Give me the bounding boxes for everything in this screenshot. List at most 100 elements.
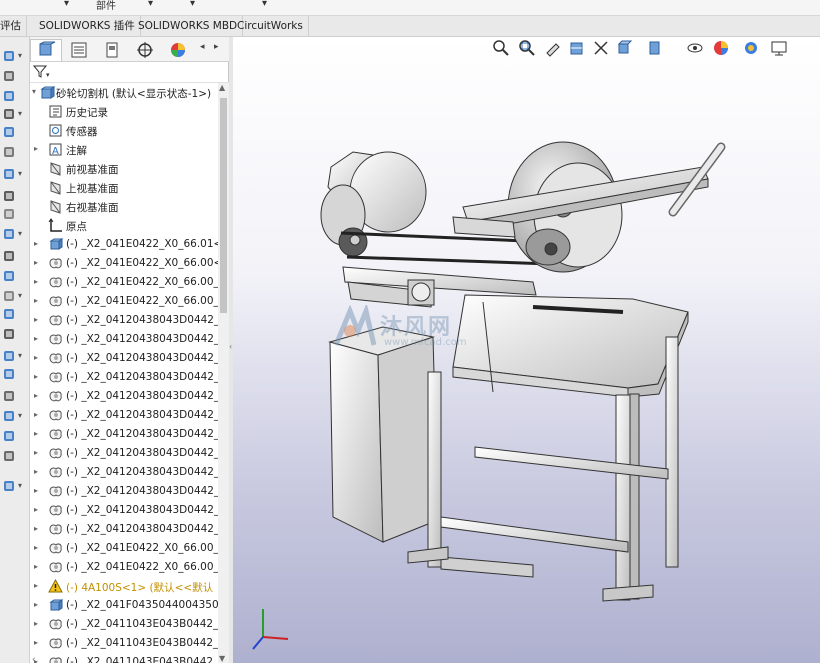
tab-dimxpertmanager[interactable]	[129, 39, 161, 61]
tool-icon[interactable]	[2, 207, 16, 221]
tab-configurationmanager[interactable]	[96, 39, 128, 61]
splitter-handle-icon[interactable]: ‹	[229, 342, 232, 351]
tree-scrollbar[interactable]: ▲ ▼	[218, 83, 229, 663]
tool-icon[interactable]	[2, 107, 16, 121]
chevron-down-icon[interactable]: ▾	[18, 411, 22, 420]
scroll-thumb[interactable]	[220, 98, 227, 313]
expand-arrow-icon[interactable]: ▸	[34, 505, 38, 514]
tree-item[interactable]: ▸ (-) _X2_041E0422_X0_66.00_2<	[30, 292, 218, 311]
scroll-down-icon[interactable]: ▼	[219, 654, 225, 663]
hscroll-left-icon[interactable]: ‹	[32, 655, 36, 663]
tab-displaymanager[interactable]	[162, 39, 194, 61]
tool-icon[interactable]	[2, 479, 16, 493]
tab-circuitworks[interactable]: CircuitWorks	[232, 16, 309, 37]
tree-item[interactable]: ▸ (-) _X2_04120438043D0442_X0	[30, 463, 218, 482]
tab-solidworks-mbd[interactable]: SOLIDWORKS MBD	[133, 16, 244, 37]
tree-item[interactable]: 前视基准面	[30, 159, 218, 178]
tab-scroll-right-icon[interactable]: ▸	[214, 42, 219, 52]
tool-icon[interactable]	[2, 327, 16, 341]
scroll-up-icon[interactable]: ▲	[219, 83, 225, 92]
tool-icon[interactable]	[2, 307, 16, 321]
machine-model[interactable]	[233, 37, 820, 663]
tree-item[interactable]: ▸ (-) _X2_04120438043D0442_X0	[30, 520, 218, 539]
expand-arrow-icon[interactable]: ▸	[34, 562, 38, 571]
expand-arrow-icon[interactable]: ▸	[34, 600, 38, 609]
graphics-viewport[interactable]: 沐风网 www.mfcad.com	[233, 37, 820, 663]
tool-icon[interactable]	[2, 145, 16, 159]
tab-featuremanager[interactable]	[30, 39, 62, 61]
tool-icon[interactable]	[2, 269, 16, 283]
expand-arrow-icon[interactable]: ▸	[34, 391, 38, 400]
tool-icon[interactable]	[2, 189, 16, 203]
expand-arrow-icon[interactable]: ▸	[34, 638, 38, 647]
tree-item[interactable]: ▸ (-) _X2_04120438043D0442_X0	[30, 406, 218, 425]
tree-root[interactable]: ▾ 砂轮切割机 (默认<显示状态-1>)	[30, 83, 218, 102]
tree-item[interactable]: ▸ (-) _X2_04120438043D0442_X0	[30, 387, 218, 406]
tree-item[interactable]: ▸ (-) _X2_041E0422_X0_66.00_2<	[30, 273, 218, 292]
tree-item[interactable]: ▸ (-) _X2_04120438043D0442_X0	[30, 311, 218, 330]
expand-arrow-icon[interactable]: ▸	[34, 581, 38, 590]
tree-item[interactable]: ▸ (-) _X2_04120438043D0442_X0	[30, 444, 218, 463]
tool-icon[interactable]	[2, 227, 16, 241]
expand-arrow-icon[interactable]: ▸	[34, 258, 38, 267]
tree-item[interactable]: ▸ (-) _X2_04120438043D0442_X0	[30, 482, 218, 501]
tab-propertymanager[interactable]	[63, 39, 95, 61]
chevron-down-icon[interactable]: ▾	[18, 291, 22, 300]
chevron-down-icon[interactable]: ▾	[18, 169, 22, 178]
expand-arrow-icon[interactable]: ▸	[34, 467, 38, 476]
tree-item[interactable]: 传感器	[30, 121, 218, 140]
tree-item[interactable]: 上视基准面	[30, 178, 218, 197]
expand-arrow-icon[interactable]: ▸	[34, 334, 38, 343]
expand-arrow-icon[interactable]: ▸	[34, 315, 38, 324]
chevron-down-icon[interactable]: ▾	[18, 481, 22, 490]
tool-icon[interactable]	[2, 449, 16, 463]
chevron-down-icon[interactable]: ▾	[18, 51, 22, 60]
expand-arrow-icon[interactable]: ▸	[34, 524, 38, 533]
chevron-down-icon[interactable]: ▾	[18, 109, 22, 118]
expand-arrow-icon[interactable]: ▸	[34, 239, 38, 248]
tree-item[interactable]: ▸ (-) _X2_0411043E043B0442_X0	[30, 615, 218, 634]
expand-arrow-icon[interactable]: ▸	[34, 486, 38, 495]
tool-icon[interactable]	[2, 349, 16, 363]
tree-item[interactable]: 历史记录	[30, 102, 218, 121]
tree-item[interactable]: ▸ (-) _X2_0411043E043B0442_X0	[30, 634, 218, 653]
tree-item[interactable]: ▸ (-) _X2_041E0422_X0_66.00_4<	[30, 558, 218, 577]
tree-item[interactable]: 原点	[30, 216, 218, 235]
tool-icon[interactable]	[2, 289, 16, 303]
tree-item[interactable]: ▸ (-) _X2_04120438043D0442_X0	[30, 349, 218, 368]
tree-item[interactable]: ▸ (-) _X2_04120438043D0442_X0	[30, 368, 218, 387]
tool-icon[interactable]	[2, 249, 16, 263]
expand-arrow-icon[interactable]: ▸	[34, 429, 38, 438]
tree-item[interactable]: ▸ (-) _X2_04120438043D0442_X0	[30, 330, 218, 349]
tree-item[interactable]: 右视基准面	[30, 197, 218, 216]
tree-item[interactable]: ▸ (-) _X2_04120438043D0442_X0	[30, 425, 218, 444]
chevron-down-icon[interactable]: ▾	[262, 0, 267, 9]
chevron-down-icon[interactable]: ▾	[190, 0, 195, 9]
tree-item[interactable]: ▸ (-) _X2_04120438043D0442_X0	[30, 501, 218, 520]
tool-icon[interactable]	[2, 409, 16, 423]
tree-item[interactable]: ▸ (-) _X2_041E0422_X0_66.01<1:	[30, 235, 218, 254]
tree-item[interactable]: ▸ (-) _X2_041F043504400435043	[30, 596, 218, 615]
expand-arrow-icon[interactable]: ▸	[34, 448, 38, 457]
tool-icon[interactable]	[2, 167, 16, 181]
tree-item[interactable]: ▸ (-) _X2_0411043E043B0442_X0	[30, 653, 218, 663]
tool-icon[interactable]	[2, 429, 16, 443]
tool-icon[interactable]	[2, 49, 16, 63]
tree-item[interactable]: ▸ (-) 4A100S<1> (默认<<默认	[30, 577, 218, 596]
chevron-down-icon[interactable]: ▾	[18, 229, 22, 238]
expand-arrow-icon[interactable]: ▸	[34, 543, 38, 552]
tree-item[interactable]: ▸ (-) _X2_041E0422_X0_66.00<1:	[30, 254, 218, 273]
collapse-arrow-icon[interactable]: ▾	[32, 87, 36, 96]
expand-arrow-icon[interactable]: ▸	[34, 372, 38, 381]
tree-item[interactable]: ▸ (-) _X2_041E0422_X0_66.00_3<	[30, 539, 218, 558]
chevron-down-icon[interactable]: ▾	[64, 0, 69, 9]
tool-icon[interactable]	[2, 367, 16, 381]
chevron-down-icon[interactable]: ▾	[18, 351, 22, 360]
chevron-down-icon[interactable]: ▾	[148, 0, 153, 9]
expand-arrow-icon[interactable]: ▸	[34, 619, 38, 628]
expand-arrow-icon[interactable]: ▸	[34, 410, 38, 419]
tool-icon[interactable]	[2, 89, 16, 103]
expand-arrow-icon[interactable]: ▸	[34, 353, 38, 362]
tree-item[interactable]: ▸ A 注解	[30, 140, 218, 159]
expand-arrow-icon[interactable]: ▸	[34, 277, 38, 286]
